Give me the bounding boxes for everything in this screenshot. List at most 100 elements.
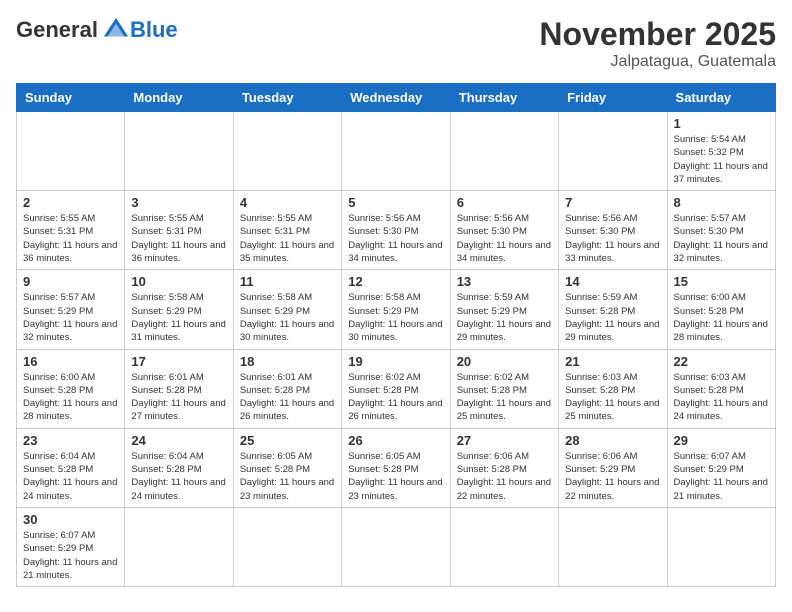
calendar-week-row: 1 Sunrise: 5:54 AMSunset: 5:32 PMDaylight… xyxy=(17,112,776,191)
calendar-cell: 19Sunrise: 6:02 AMSunset: 5:28 PMDayligh… xyxy=(342,349,450,428)
day-info: Sunrise: 5:58 AMSunset: 5:29 PMDaylight:… xyxy=(240,291,335,344)
calendar-cell: 5 Sunrise: 5:56 AMSunset: 5:30 PMDaylight… xyxy=(342,191,450,270)
day-info: Sunrise: 6:00 AMSunset: 5:28 PMDaylight:… xyxy=(674,291,769,344)
day-number: 21 xyxy=(565,354,660,369)
day-info: Sunrise: 6:04 AMSunset: 5:28 PMDaylight:… xyxy=(131,450,226,503)
day-number: 20 xyxy=(457,354,552,369)
weekday-header-friday: Friday xyxy=(559,84,667,112)
day-info: Sunrise: 5:55 AMSunset: 5:31 PMDaylight:… xyxy=(240,212,335,265)
calendar-cell: 26 Sunrise: 6:05 AMSunset: 5:28 PMDayligh… xyxy=(342,428,450,507)
day-number: 28 xyxy=(565,433,660,448)
day-number: 7 xyxy=(565,195,660,210)
day-number: 8 xyxy=(674,195,769,210)
calendar-cell xyxy=(342,112,450,191)
day-number: 24 xyxy=(131,433,226,448)
day-number: 15 xyxy=(674,274,769,289)
calendar-cell: 24 Sunrise: 6:04 AMSunset: 5:28 PMDayligh… xyxy=(125,428,233,507)
day-info: Sunrise: 6:05 AMSunset: 5:28 PMDaylight:… xyxy=(348,450,443,503)
calendar-cell xyxy=(233,507,341,586)
calendar-cell xyxy=(667,507,775,586)
calendar-cell: 10 Sunrise: 5:58 AMSunset: 5:29 PMDayligh… xyxy=(125,270,233,349)
calendar-cell: 9 Sunrise: 5:57 AMSunset: 5:29 PMDaylight… xyxy=(17,270,125,349)
logo-blue-text: Blue xyxy=(130,17,178,43)
calendar-week-row: 16Sunrise: 6:00 AMSunset: 5:28 PMDayligh… xyxy=(17,349,776,428)
day-info: Sunrise: 6:02 AMSunset: 5:28 PMDaylight:… xyxy=(457,371,552,424)
day-number: 14 xyxy=(565,274,660,289)
calendar-cell: 11 Sunrise: 5:58 AMSunset: 5:29 PMDayligh… xyxy=(233,270,341,349)
day-number: 17 xyxy=(131,354,226,369)
calendar-table: SundayMondayTuesdayWednesdayThursdayFrid… xyxy=(16,83,776,587)
calendar-cell: 4Sunrise: 5:55 AMSunset: 5:31 PMDaylight… xyxy=(233,191,341,270)
logo-icon xyxy=(102,16,130,44)
day-info: Sunrise: 6:03 AMSunset: 5:28 PMDaylight:… xyxy=(674,371,769,424)
day-number: 10 xyxy=(131,274,226,289)
logo: General Blue xyxy=(16,16,178,44)
calendar-cell: 27Sunrise: 6:06 AMSunset: 5:28 PMDayligh… xyxy=(450,428,558,507)
day-number: 26 xyxy=(348,433,443,448)
day-info: Sunrise: 6:07 AMSunset: 5:29 PMDaylight:… xyxy=(674,450,769,503)
day-info: Sunrise: 5:55 AMSunset: 5:31 PMDaylight:… xyxy=(23,212,118,265)
calendar-cell: 30Sunrise: 6:07 AMSunset: 5:29 PMDayligh… xyxy=(17,507,125,586)
day-info: Sunrise: 6:05 AMSunset: 5:28 PMDaylight:… xyxy=(240,450,335,503)
day-number: 18 xyxy=(240,354,335,369)
day-info: Sunrise: 6:01 AMSunset: 5:28 PMDaylight:… xyxy=(131,371,226,424)
calendar-cell: 3Sunrise: 5:55 AMSunset: 5:31 PMDaylight… xyxy=(125,191,233,270)
calendar-cell: 6 Sunrise: 5:56 AMSunset: 5:30 PMDaylight… xyxy=(450,191,558,270)
calendar-cell: 23 Sunrise: 6:04 AMSunset: 5:28 PMDayligh… xyxy=(17,428,125,507)
day-number: 29 xyxy=(674,433,769,448)
day-info: Sunrise: 6:02 AMSunset: 5:28 PMDaylight:… xyxy=(348,371,443,424)
day-info: Sunrise: 6:04 AMSunset: 5:28 PMDaylight:… xyxy=(23,450,118,503)
calendar-cell xyxy=(559,507,667,586)
calendar-week-row: 23 Sunrise: 6:04 AMSunset: 5:28 PMDayligh… xyxy=(17,428,776,507)
day-number: 23 xyxy=(23,433,118,448)
day-info: Sunrise: 5:56 AMSunset: 5:30 PMDaylight:… xyxy=(457,212,552,265)
calendar-cell: 17 Sunrise: 6:01 AMSunset: 5:28 PMDayligh… xyxy=(125,349,233,428)
calendar-cell: 7 Sunrise: 5:56 AMSunset: 5:30 PMDaylight… xyxy=(559,191,667,270)
month-year-heading: November 2025 xyxy=(539,16,776,53)
day-info: Sunrise: 6:07 AMSunset: 5:29 PMDaylight:… xyxy=(23,529,118,582)
weekday-header-thursday: Thursday xyxy=(450,84,558,112)
calendar-cell xyxy=(125,112,233,191)
calendar-cell xyxy=(450,507,558,586)
day-number: 6 xyxy=(457,195,552,210)
day-info: Sunrise: 5:54 AMSunset: 5:32 PMDaylight:… xyxy=(674,133,769,186)
day-info: Sunrise: 6:03 AMSunset: 5:28 PMDaylight:… xyxy=(565,371,660,424)
day-info: Sunrise: 5:55 AMSunset: 5:31 PMDaylight:… xyxy=(131,212,226,265)
day-info: Sunrise: 5:58 AMSunset: 5:29 PMDaylight:… xyxy=(131,291,226,344)
day-info: Sunrise: 6:00 AMSunset: 5:28 PMDaylight:… xyxy=(23,371,118,424)
calendar-cell: 12Sunrise: 5:58 AMSunset: 5:29 PMDayligh… xyxy=(342,270,450,349)
day-number: 22 xyxy=(674,354,769,369)
day-number: 5 xyxy=(348,195,443,210)
day-info: Sunrise: 5:57 AMSunset: 5:29 PMDaylight:… xyxy=(23,291,118,344)
calendar-cell: 16Sunrise: 6:00 AMSunset: 5:28 PMDayligh… xyxy=(17,349,125,428)
calendar-cell xyxy=(233,112,341,191)
calendar-cell: 13Sunrise: 5:59 AMSunset: 5:29 PMDayligh… xyxy=(450,270,558,349)
calendar-cell: 21 Sunrise: 6:03 AMSunset: 5:28 PMDayligh… xyxy=(559,349,667,428)
day-number: 12 xyxy=(348,274,443,289)
logo-general-text: General xyxy=(16,17,98,43)
calendar-week-row: 2 Sunrise: 5:55 AMSunset: 5:31 PMDaylight… xyxy=(17,191,776,270)
weekday-header-saturday: Saturday xyxy=(667,84,775,112)
day-number: 25 xyxy=(240,433,335,448)
calendar-cell xyxy=(342,507,450,586)
day-number: 9 xyxy=(23,274,118,289)
day-info: Sunrise: 5:59 AMSunset: 5:28 PMDaylight:… xyxy=(565,291,660,344)
day-number: 1 xyxy=(674,116,769,131)
day-info: Sunrise: 5:56 AMSunset: 5:30 PMDaylight:… xyxy=(565,212,660,265)
calendar-week-row: 30Sunrise: 6:07 AMSunset: 5:29 PMDayligh… xyxy=(17,507,776,586)
day-number: 11 xyxy=(240,274,335,289)
calendar-cell: 28Sunrise: 6:06 AMSunset: 5:29 PMDayligh… xyxy=(559,428,667,507)
day-info: Sunrise: 6:01 AMSunset: 5:28 PMDaylight:… xyxy=(240,371,335,424)
day-info: Sunrise: 5:59 AMSunset: 5:29 PMDaylight:… xyxy=(457,291,552,344)
calendar-cell: 1 Sunrise: 5:54 AMSunset: 5:32 PMDaylight… xyxy=(667,112,775,191)
calendar-cell: 14 Sunrise: 5:59 AMSunset: 5:28 PMDayligh… xyxy=(559,270,667,349)
day-info: Sunrise: 5:56 AMSunset: 5:30 PMDaylight:… xyxy=(348,212,443,265)
calendar-cell: 20 Sunrise: 6:02 AMSunset: 5:28 PMDayligh… xyxy=(450,349,558,428)
weekday-header-monday: Monday xyxy=(125,84,233,112)
weekday-header-sunday: Sunday xyxy=(17,84,125,112)
day-number: 2 xyxy=(23,195,118,210)
page-header: General Blue November 2025 Jalpatagua, G… xyxy=(16,16,776,71)
calendar-cell: 29 Sunrise: 6:07 AMSunset: 5:29 PMDayligh… xyxy=(667,428,775,507)
day-number: 27 xyxy=(457,433,552,448)
calendar-cell xyxy=(125,507,233,586)
